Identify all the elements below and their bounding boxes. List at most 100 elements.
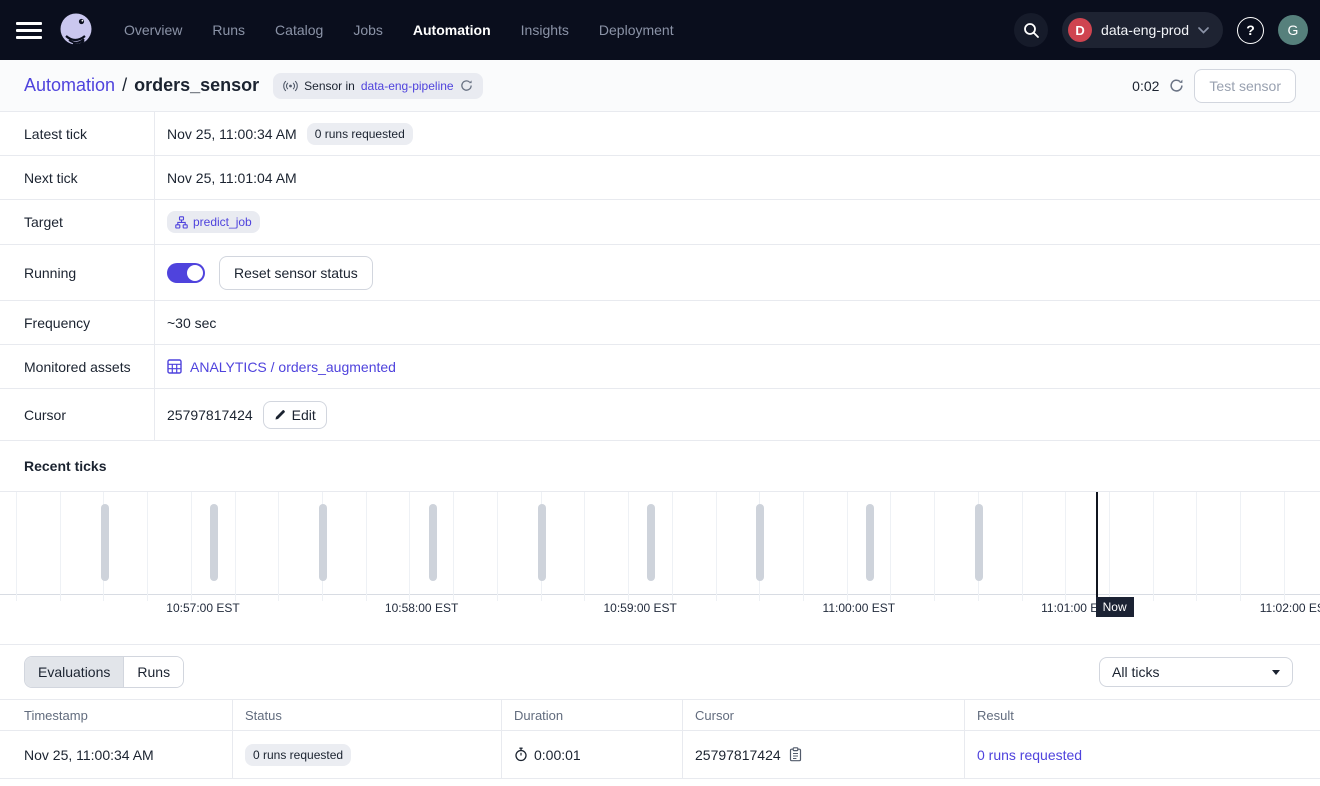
tick-bar[interactable] <box>866 504 874 581</box>
timeline-gridline <box>453 492 454 601</box>
refresh-icon[interactable] <box>1169 78 1184 93</box>
nav-item-overview[interactable]: Overview <box>124 22 182 38</box>
edit-button-label: Edit <box>292 407 316 423</box>
user-avatar[interactable]: G <box>1278 15 1308 45</box>
hamburger-menu-icon[interactable] <box>16 17 42 43</box>
row-result-link[interactable]: 0 runs requested <box>977 747 1082 763</box>
col-cursor: Cursor <box>683 700 965 730</box>
tick-bar[interactable] <box>756 504 764 581</box>
nav-item-catalog[interactable]: Catalog <box>275 22 323 38</box>
cursor-row: Cursor 25797817424 Edit <box>0 389 1320 441</box>
test-sensor-button[interactable]: Test sensor <box>1194 69 1296 103</box>
running-label: Running <box>0 245 155 300</box>
help-button[interactable]: ? <box>1237 17 1264 44</box>
sensor-location-badge: Sensor in data-eng-pipeline <box>273 73 482 99</box>
timeline-gridline <box>235 492 236 601</box>
monitored-assets-row: Monitored assets ANALYTICS / orders_augm… <box>0 345 1320 389</box>
timeline-axis-label: 11:02:00 EST <box>1260 601 1320 615</box>
timeline-gridline <box>409 492 410 601</box>
timeline-gridline <box>584 492 585 601</box>
breadcrumb-automation-link[interactable]: Automation <box>24 75 115 96</box>
sensor-icon <box>283 80 298 92</box>
tick-bar[interactable] <box>647 504 655 581</box>
frequency-value: ~30 sec <box>167 315 216 331</box>
primary-nav: Overview Runs Catalog Jobs Automation In… <box>124 22 674 38</box>
monitored-asset-key: ANALYTICS / orders_augmented <box>190 359 396 375</box>
timeline-gridline <box>147 492 148 601</box>
next-tick-row: Next tick Nov 25, 11:01:04 AM <box>0 156 1320 200</box>
tick-filter-select[interactable]: All ticks <box>1099 657 1293 687</box>
recent-ticks-timeline[interactable]: 10:57:00 EST10:58:00 EST10:59:00 EST11:0… <box>0 491 1320 621</box>
nav-item-jobs[interactable]: Jobs <box>353 22 383 38</box>
tab-runs[interactable]: Runs <box>124 657 183 687</box>
search-button[interactable] <box>1014 13 1048 47</box>
view-segmented-control: Evaluations Runs <box>24 656 184 688</box>
recent-ticks-header: Recent ticks <box>0 441 1320 491</box>
timeline-gridline <box>803 492 804 601</box>
nav-right-controls: D data-eng-prod ? G <box>1014 12 1308 48</box>
tab-evaluations[interactable]: Evaluations <box>25 657 124 687</box>
timeline-gridline <box>1196 492 1197 601</box>
col-timestamp: Timestamp <box>0 700 233 730</box>
tick-countdown: 0:02 <box>1132 78 1159 94</box>
timeline-gridline <box>16 492 17 601</box>
tick-bar[interactable] <box>538 504 546 581</box>
frequency-label: Frequency <box>0 301 155 344</box>
target-job-link[interactable]: predict_job <box>193 215 252 229</box>
timeline-axis <box>0 594 1320 595</box>
breadcrumb-separator: / <box>122 75 127 96</box>
timeline-gridline <box>1065 492 1066 601</box>
workspace-avatar: D <box>1068 18 1092 42</box>
running-toggle[interactable] <box>167 263 205 283</box>
cursor-label: Cursor <box>0 389 155 440</box>
timeline-gridline <box>1109 492 1110 601</box>
job-icon <box>175 216 188 229</box>
nav-item-automation[interactable]: Automation <box>413 22 491 38</box>
reset-sensor-status-button[interactable]: Reset sensor status <box>219 256 373 290</box>
section-divider <box>0 621 1320 645</box>
tick-bar[interactable] <box>210 504 218 581</box>
nav-item-runs[interactable]: Runs <box>212 22 245 38</box>
frequency-row: Frequency ~30 sec <box>0 301 1320 345</box>
recent-ticks-title: Recent ticks <box>24 458 106 474</box>
timeline-gridline <box>1284 492 1285 601</box>
timeline-axis-label: 10:57:00 EST <box>166 601 239 615</box>
target-job-chip[interactable]: predict_job <box>167 211 260 233</box>
search-icon <box>1023 22 1040 39</box>
timeline-gridline <box>672 492 673 601</box>
edit-cursor-button[interactable]: Edit <box>263 401 327 429</box>
timeline-gridline <box>1153 492 1154 601</box>
automation-sensor-page: Overview Runs Catalog Jobs Automation In… <box>0 0 1320 786</box>
timeline-gridline <box>60 492 61 601</box>
nav-item-insights[interactable]: Insights <box>521 22 569 38</box>
nav-item-deployment[interactable]: Deployment <box>599 22 674 38</box>
evaluations-table: Timestamp Status Duration Cursor Result … <box>0 699 1320 779</box>
monitored-assets-label: Monitored assets <box>0 345 155 388</box>
page-title: orders_sensor <box>134 75 259 96</box>
code-location-link[interactable]: data-eng-pipeline <box>361 79 454 93</box>
tick-bar[interactable] <box>101 504 109 581</box>
row-timestamp: Nov 25, 11:00:34 AM <box>0 731 233 778</box>
timeline-gridline <box>1022 492 1023 601</box>
timeline-gridline <box>716 492 717 601</box>
page-header: Automation / orders_sensor Sensor in dat… <box>0 60 1320 112</box>
target-row: Target predict_job <box>0 200 1320 245</box>
tick-bar[interactable] <box>975 504 983 581</box>
copy-clipboard-icon[interactable] <box>789 747 802 762</box>
tick-bar[interactable] <box>429 504 437 581</box>
timeline-axis-label: 11:00:00 EST <box>823 601 896 615</box>
timeline-gridline <box>366 492 367 601</box>
tick-bar[interactable] <box>319 504 327 581</box>
latest-tick-label: Latest tick <box>0 112 155 155</box>
workspace-switcher[interactable]: D data-eng-prod <box>1062 12 1223 48</box>
latest-tick-row: Latest tick Nov 25, 11:00:34 AM 0 runs r… <box>0 112 1320 156</box>
col-status: Status <box>233 700 502 730</box>
row-duration: 0:00:01 <box>534 747 581 763</box>
reload-location-icon[interactable] <box>460 79 473 92</box>
col-duration: Duration <box>502 700 683 730</box>
dagster-logo-icon[interactable] <box>56 10 96 50</box>
timeline-gridline <box>191 492 192 601</box>
monitored-asset-link[interactable]: ANALYTICS / orders_augmented <box>167 359 396 375</box>
timeline-gridline <box>497 492 498 601</box>
timeline-gridline <box>934 492 935 601</box>
